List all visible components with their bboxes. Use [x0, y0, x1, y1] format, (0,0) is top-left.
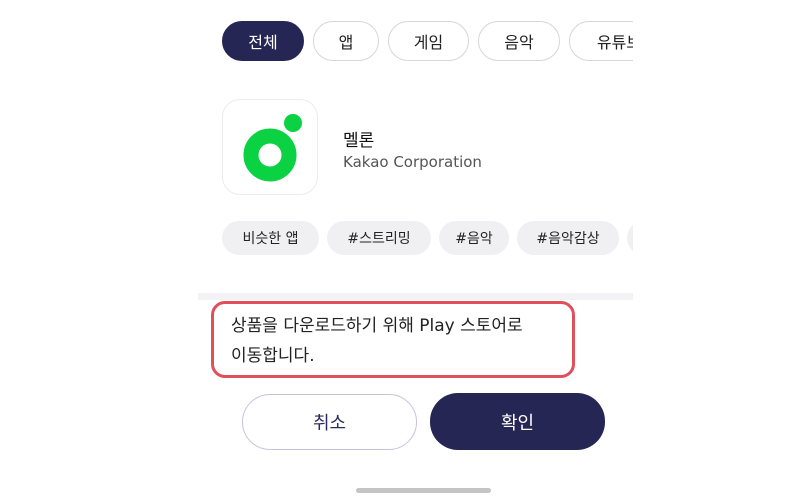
- app-name: 멜론: [343, 131, 375, 151]
- cancel-button[interactable]: 취소: [242, 394, 417, 450]
- app-screen: 전체 앱 게임 음악 유튜브 멜론 Kakao Corporation 비슷한 …: [0, 0, 800, 500]
- dialog-message-line-1: 상품을 다운로드하기 위해 Play 스토어로: [231, 316, 523, 336]
- app-developer: Kakao Corporation: [343, 153, 482, 171]
- chip-youtube[interactable]: 유튜브: [569, 21, 633, 61]
- chip-music[interactable]: 음악: [478, 21, 560, 61]
- chip-all[interactable]: 전체: [222, 21, 304, 61]
- chip-games[interactable]: 게임: [388, 21, 469, 61]
- section-divider: [198, 293, 633, 300]
- dialog-message-highlight: 상품을 다운로드하기 위해 Play 스토어로 이동합니다.: [211, 301, 575, 378]
- dialog-message: 상품을 다운로드하기 위해 Play 스토어로 이동합니다.: [231, 311, 566, 371]
- confirm-button[interactable]: 확인: [430, 393, 605, 450]
- tag-more[interactable]: [627, 221, 633, 255]
- tag-music[interactable]: #음악: [439, 221, 509, 255]
- melon-logo-graphic: [243, 114, 302, 182]
- dialog-message-line-2: 이동합니다.: [231, 346, 315, 366]
- tag-row: 비슷한 앱 #스트리밍 #음악 #음악감상: [222, 221, 633, 257]
- chip-apps[interactable]: 앱: [313, 21, 379, 61]
- melon-logo-icon[interactable]: [222, 99, 318, 195]
- category-chip-row: 전체 앱 게임 음악 유튜브: [222, 21, 633, 63]
- tag-similar-apps[interactable]: 비슷한 앱: [222, 221, 319, 255]
- home-indicator[interactable]: [356, 488, 491, 493]
- tag-music-listening[interactable]: #음악감상: [517, 221, 619, 255]
- tag-streaming[interactable]: #스트리밍: [327, 221, 431, 255]
